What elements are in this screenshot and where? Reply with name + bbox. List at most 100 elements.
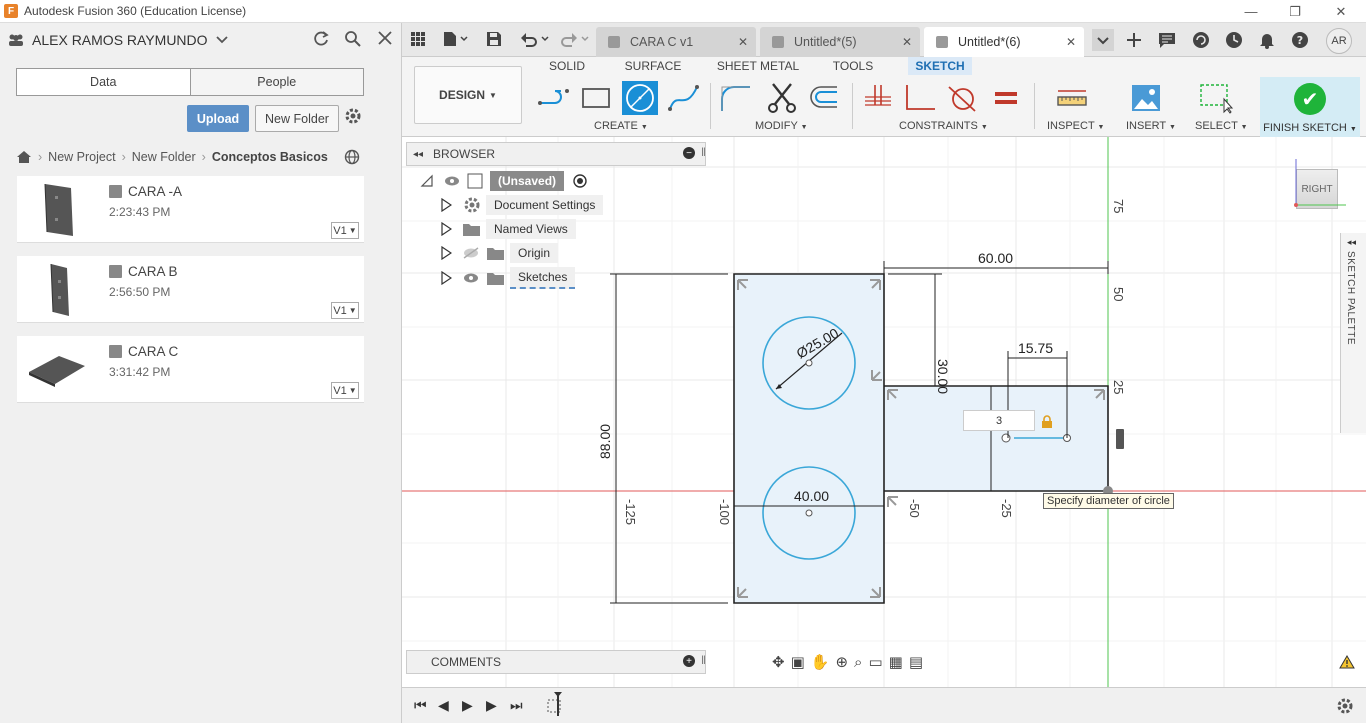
browser-root-label[interactable]: (Unsaved)	[490, 171, 565, 191]
step-forward-icon[interactable]: ▶	[486, 697, 497, 714]
tab-cara-c[interactable]: CARA C v1 ✕	[596, 27, 756, 57]
inspect-menu[interactable]: INSPECT ▼	[1047, 120, 1104, 132]
minimize-button[interactable]: —	[1228, 0, 1274, 23]
tab-tools[interactable]: TOOLS	[828, 57, 878, 75]
notifications-chat-icon[interactable]	[1158, 31, 1176, 49]
dimension-40[interactable]: 40.00	[794, 488, 829, 504]
refresh-icon[interactable]	[312, 30, 330, 48]
insert-menu[interactable]: INSERT ▼	[1126, 120, 1176, 132]
version-dropdown[interactable]: V1 ▼	[331, 382, 359, 399]
dimension-88[interactable]: 88.00	[597, 424, 613, 459]
diameter-input[interactable]	[963, 410, 1035, 431]
breadcrumb-item[interactable]: New Folder	[132, 150, 196, 164]
close-tab-icon[interactable]: ✕	[738, 35, 748, 49]
browser-item-named-views[interactable]: Named Views	[440, 219, 576, 239]
expand-triangle-icon[interactable]	[440, 222, 452, 236]
activate-radio-icon[interactable]	[572, 173, 588, 189]
trim-tool[interactable]	[764, 81, 800, 115]
new-folder-button[interactable]: New Folder	[255, 105, 339, 132]
file-card[interactable]: CARA -A 2:23:43 PM V1 ▼	[17, 176, 364, 243]
finish-sketch-button[interactable]: ✔ FINISH SKETCH ▼	[1260, 77, 1360, 137]
upload-button[interactable]: Upload	[187, 105, 249, 132]
lock-icon[interactable]	[1041, 415, 1053, 429]
expand-left-icon[interactable]: ◂◂	[1347, 237, 1356, 248]
coincident-constraint-tool[interactable]	[860, 81, 896, 115]
chevron-down-icon[interactable]	[215, 35, 228, 45]
expand-triangle-icon[interactable]	[440, 271, 452, 285]
panel-grip-icon[interactable]: ‖	[701, 145, 706, 159]
minus-circle-icon[interactable]: −	[683, 147, 695, 159]
expand-triangle-icon[interactable]	[440, 198, 452, 212]
breadcrumb-item[interactable]: New Project	[48, 150, 115, 164]
look-at-icon[interactable]: ▣	[791, 653, 805, 671]
line-tool[interactable]	[536, 81, 572, 115]
job-status-icon[interactable]	[1225, 31, 1243, 49]
version-dropdown[interactable]: V1 ▼	[331, 302, 359, 319]
workspace-switcher[interactable]: DESIGN ▼	[414, 66, 522, 124]
file-card[interactable]: CARA C 3:31:42 PM V1 ▼	[17, 336, 364, 403]
avatar[interactable]: AR	[1326, 28, 1352, 54]
go-to-start-icon[interactable]: ⏮	[414, 697, 427, 714]
insert-canvas-tool[interactable]	[1128, 81, 1164, 115]
user-name[interactable]: ALEX RAMOS RAYMUNDO	[32, 32, 208, 48]
browser-root[interactable]: (Unsaved)	[420, 171, 588, 191]
grid-settings-icon[interactable]: ▦	[889, 653, 903, 671]
new-tab-plus-icon[interactable]	[1125, 31, 1143, 49]
globe-icon[interactable]	[344, 149, 360, 165]
browser-item-sketches[interactable]: Sketches	[440, 267, 576, 289]
tab-people[interactable]: People	[190, 69, 363, 95]
dimension-15-75[interactable]: 15.75	[1018, 340, 1053, 356]
spline-tool[interactable]	[666, 81, 702, 115]
save-icon[interactable]	[486, 31, 502, 47]
comments-panel-header[interactable]: COMMENTS + ‖	[406, 650, 706, 674]
fit-icon[interactable]: ⌕	[854, 654, 862, 671]
gear-icon[interactable]	[344, 107, 362, 125]
tab-data[interactable]: Data	[17, 69, 191, 95]
measure-tool[interactable]	[1054, 81, 1090, 115]
rectangle-tool[interactable]	[578, 81, 614, 115]
close-tab-icon[interactable]: ✕	[1066, 35, 1076, 49]
tab-untitled-5[interactable]: Untitled*(5) ✕	[760, 27, 920, 57]
display-settings-icon[interactable]: ▭	[868, 653, 882, 671]
orbit-icon[interactable]: ✥	[772, 653, 785, 671]
extensions-icon[interactable]	[1192, 31, 1210, 49]
expand-triangle-icon[interactable]	[440, 246, 452, 260]
zoom-icon[interactable]: ⊕	[835, 653, 848, 671]
constraints-menu[interactable]: CONSTRAINTS ▼	[899, 120, 988, 132]
equal-constraint-tool[interactable]	[988, 81, 1024, 115]
panel-grip-icon[interactable]: ‖	[701, 653, 706, 667]
select-menu[interactable]: SELECT ▼	[1195, 120, 1248, 132]
dimension-60[interactable]: 60.00	[978, 250, 1013, 266]
maximize-button[interactable]: ❐	[1272, 0, 1318, 23]
select-tool[interactable]	[1198, 81, 1234, 115]
undo-icon[interactable]	[520, 31, 550, 47]
tab-sketch[interactable]: SKETCH	[908, 57, 972, 75]
file-menu-icon[interactable]	[442, 31, 468, 47]
go-to-end-icon[interactable]: ⏭	[510, 697, 523, 714]
sketch-palette-tab[interactable]: ◂◂ SKETCH PALETTE	[1340, 233, 1366, 433]
perpendicular-constraint-tool[interactable]	[902, 81, 938, 115]
redo-icon[interactable]	[560, 31, 590, 47]
bell-icon[interactable]	[1258, 31, 1276, 49]
step-back-icon[interactable]: ◀	[438, 697, 449, 714]
help-icon[interactable]: ?	[1291, 31, 1309, 49]
home-icon[interactable]	[16, 150, 32, 164]
sketch-canvas[interactable]: 60.00 15.75 30.00 88.00 40.00 Ø25.00 75 …	[402, 137, 1366, 687]
circle-tool[interactable]	[622, 81, 658, 115]
browser-panel-header[interactable]: ◂◂ BROWSER − ‖	[406, 142, 706, 166]
apps-grid-icon[interactable]	[410, 31, 426, 47]
tab-solid[interactable]: SOLID	[542, 57, 592, 75]
close-button[interactable]: ✕	[1318, 0, 1364, 23]
browser-item-origin[interactable]: Origin	[440, 243, 559, 263]
search-icon[interactable]	[344, 30, 362, 48]
close-panel-icon[interactable]	[377, 30, 393, 46]
dimension-30[interactable]: 30.00	[935, 359, 951, 394]
collapse-triangle-icon[interactable]	[420, 174, 434, 188]
browser-item-document-settings[interactable]: Document Settings	[440, 195, 604, 215]
version-dropdown[interactable]: V1 ▼	[331, 222, 359, 239]
file-card[interactable]: CARA B 2:56:50 PM V1 ▼	[17, 256, 364, 323]
tab-untitled-6[interactable]: Untitled*(6) ✕	[924, 27, 1084, 57]
tab-overflow-chevron-icon[interactable]	[1092, 29, 1114, 51]
eye-icon[interactable]	[444, 175, 460, 187]
modify-menu[interactable]: MODIFY ▼	[755, 120, 808, 132]
